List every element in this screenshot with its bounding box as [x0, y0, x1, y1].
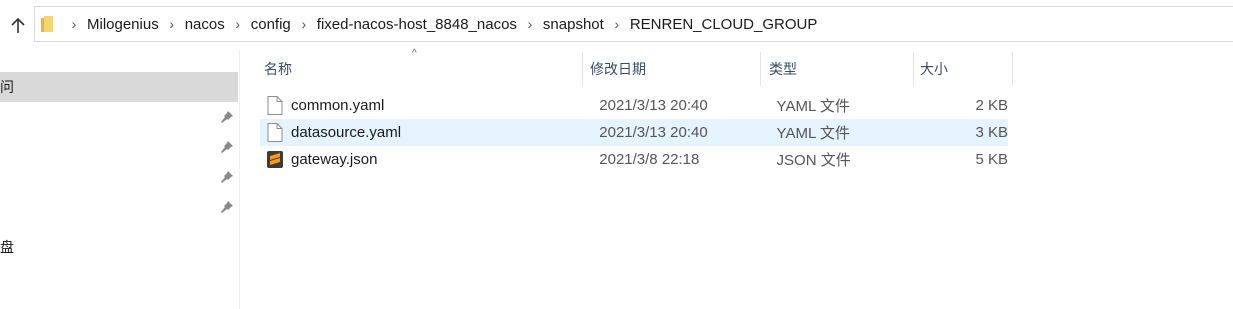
address-row: › Milogenius › nacos › config › fixed-na… [0, 0, 1233, 50]
breadcrumb-item[interactable]: RENREN_CLOUD_GROUP [630, 16, 818, 33]
document-icon [267, 96, 283, 115]
file-type: YAML 文件 [776, 125, 850, 142]
chevron-right-icon[interactable]: › [613, 16, 621, 32]
sublime-text-icon [267, 151, 283, 168]
breadcrumb-item[interactable]: snapshot [543, 16, 604, 33]
pin-icon[interactable] [220, 170, 234, 184]
file-name: datasource.yaml [291, 124, 402, 141]
column-header-size[interactable]: 大小 [912, 52, 1012, 86]
file-date: 2021/3/8 22:18 [599, 151, 700, 168]
file-size: 2 KB [975, 97, 1008, 114]
file-date: 2021/3/13 20:40 [599, 97, 708, 114]
file-type: JSON 文件 [776, 152, 851, 169]
breadcrumb-item[interactable]: fixed-nacos-host_8848_nacos [317, 16, 517, 33]
file-name: gateway.json [291, 151, 378, 168]
chevron-right-icon[interactable]: › [526, 16, 534, 32]
file-size: 5 KB [975, 151, 1008, 168]
chevron-right-icon[interactable]: › [234, 16, 242, 32]
pin-icon[interactable] [220, 200, 234, 214]
file-date: 2021/3/13 20:40 [599, 124, 708, 141]
column-header-row: ^ 名称 修改日期 类型 大小 [248, 48, 1013, 86]
file-name: common.yaml [291, 97, 385, 114]
pin-icon[interactable] [220, 110, 234, 124]
column-header-date[interactable]: 修改日期 [582, 52, 760, 86]
nav-item-quick-access[interactable]: 问 [0, 72, 238, 102]
chevron-right-icon[interactable]: › [70, 16, 78, 32]
navigation-pane: 问 盘 [0, 50, 240, 309]
pin-icon[interactable] [220, 140, 234, 154]
address-bar[interactable]: › Milogenius › nacos › config › fixed-na… [34, 6, 1233, 42]
breadcrumb-item[interactable]: config [251, 16, 291, 33]
nav-item-drive[interactable]: 盘 [0, 237, 14, 257]
chevron-right-icon[interactable]: › [168, 16, 176, 32]
file-row[interactable]: common.yaml 2021/3/13 20:40 YAML 文件 2 KB [260, 92, 1008, 119]
column-header-name[interactable]: 名称 [256, 52, 582, 86]
file-type: YAML 文件 [776, 98, 850, 115]
file-row[interactable]: gateway.json 2021/3/8 22:18 JSON 文件 5 KB [260, 146, 1008, 173]
nav-item-label: 问 [0, 79, 14, 95]
file-row-selected[interactable]: datasource.yaml 2021/3/13 20:40 YAML 文件 … [260, 119, 1008, 146]
document-icon [267, 123, 283, 142]
folder-icon [41, 16, 53, 32]
chevron-right-icon[interactable]: › [300, 16, 308, 32]
breadcrumb-item[interactable]: Milogenius [87, 16, 159, 33]
file-size: 3 KB [975, 124, 1008, 141]
up-arrow-icon[interactable] [6, 14, 30, 38]
breadcrumb-item[interactable]: nacos [185, 16, 225, 33]
column-header-type[interactable]: 类型 [761, 52, 913, 86]
column-divider[interactable] [1012, 52, 1013, 86]
